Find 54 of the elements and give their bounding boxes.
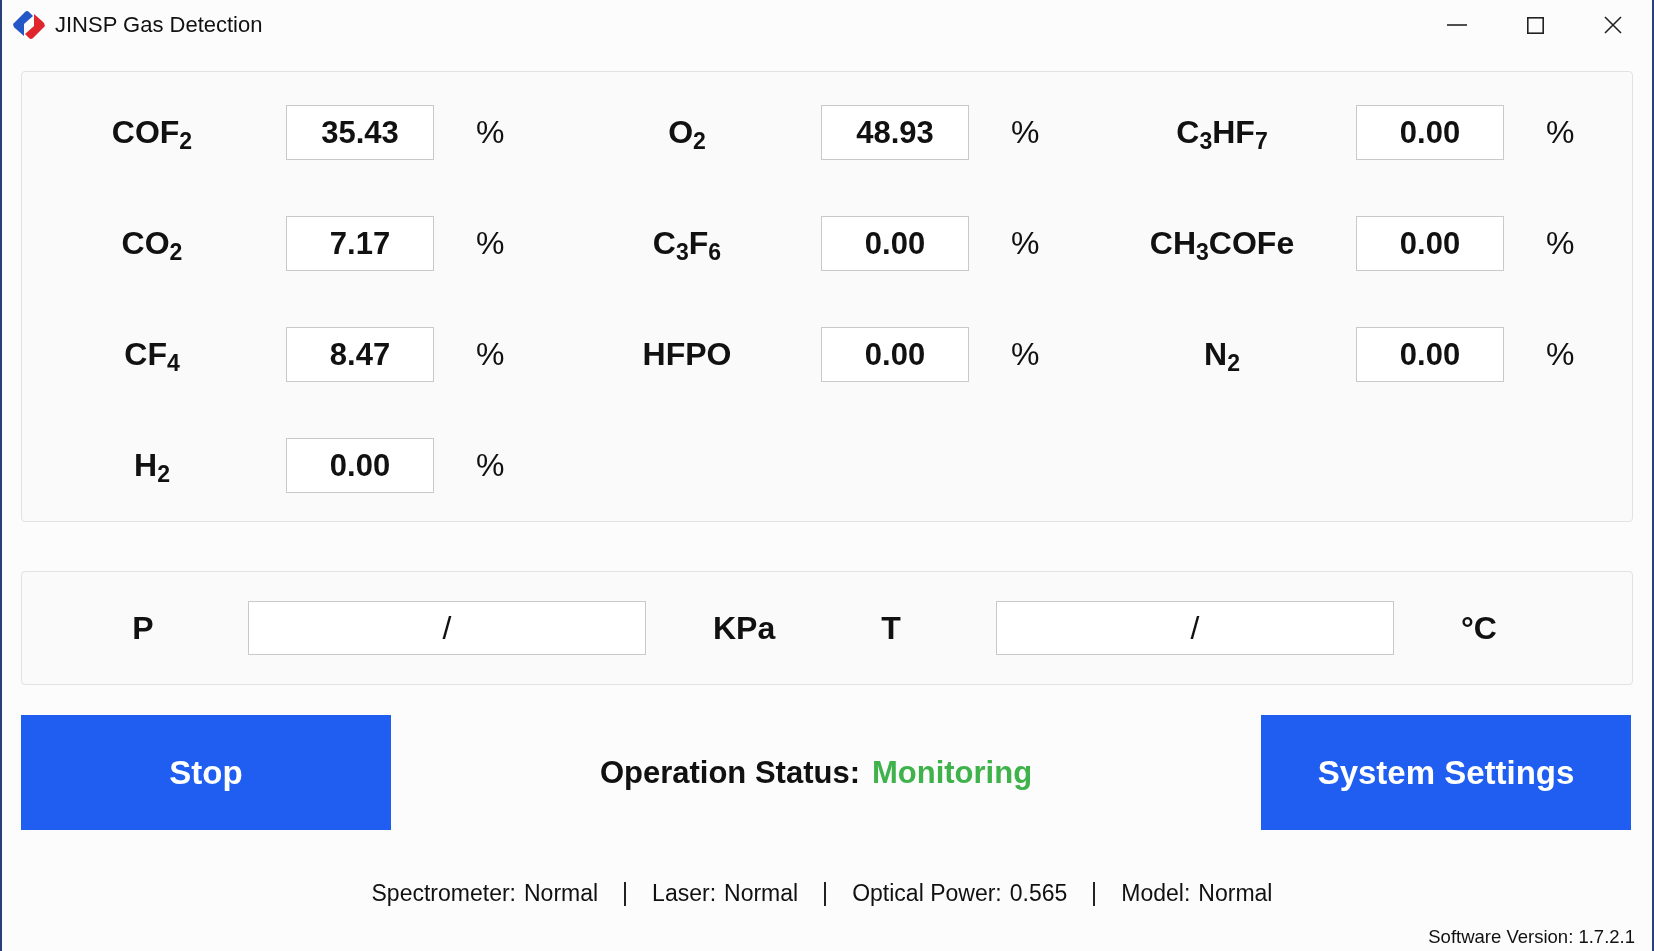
maximize-icon	[1526, 16, 1544, 34]
gas-name: HFPO	[642, 336, 732, 373]
close-icon	[1604, 16, 1622, 34]
status-item-label: Spectrometer:	[371, 880, 516, 907]
value-field: 0.00	[1356, 105, 1504, 160]
unit-label: %	[1011, 336, 1040, 373]
status-item-value: Normal	[524, 880, 599, 907]
unit-label: %	[1011, 225, 1040, 262]
value-field: 8.47	[286, 327, 434, 382]
value-field: 0.00	[1356, 216, 1504, 271]
status-item-label: Model:	[1121, 880, 1191, 907]
gas-name: C$_{3}$F$_{6}$	[652, 225, 722, 262]
stop-button[interactable]: Stop	[21, 715, 391, 830]
app-logo-icon	[12, 9, 46, 41]
gas-name: O$_{2}$	[668, 114, 706, 151]
unit-label: %	[476, 225, 505, 262]
gas-name: CH$_{3}$COFe	[1149, 225, 1295, 262]
unit-label: %	[1546, 114, 1575, 151]
unit-label: %	[476, 114, 505, 151]
value-field: /	[996, 601, 1394, 655]
value-field: 0.00	[286, 438, 434, 493]
gas-name: COF$_{2}$	[111, 114, 193, 151]
value-field: 0.00	[821, 216, 969, 271]
unit-label: %	[476, 447, 505, 484]
unit-label: %	[1011, 114, 1040, 151]
status-item-value: Normal	[724, 880, 799, 907]
value-field: 7.17	[286, 216, 434, 271]
gas-name: CO$_{2}$	[121, 225, 183, 262]
value-field: 35.43	[286, 105, 434, 160]
gas-name: N$_{2}$	[1204, 336, 1240, 373]
system-settings-button[interactable]: System Settings	[1261, 715, 1631, 830]
unit-label: KPa	[713, 609, 776, 647]
minimize-icon	[1447, 24, 1467, 26]
status-item-label: Laser:	[652, 880, 717, 907]
measure-label: T	[881, 609, 901, 647]
window-title: JINSP Gas Detection	[55, 12, 263, 38]
status-label: Operation Status:	[599, 754, 860, 791]
gas-name: CF$_{4}$	[124, 336, 180, 373]
status-item-value: Normal	[1198, 880, 1273, 907]
unit-label: °C	[1461, 609, 1497, 647]
gas-name: C$_{3}$HF$_{7}$	[1176, 114, 1268, 151]
unit-label: %	[476, 336, 505, 373]
measure-label: P	[132, 609, 154, 647]
value-field: 0.00	[1356, 327, 1504, 382]
value-field: /	[248, 601, 646, 655]
value-field: 48.93	[821, 105, 969, 160]
status-item-label: Optical Power:	[852, 880, 1002, 907]
gas-name: H$_{2}$	[134, 447, 170, 484]
status-item-value: 0.565	[1009, 880, 1068, 907]
value-field: 0.00	[821, 327, 969, 382]
unit-label: %	[1546, 225, 1575, 262]
software-version: Software Version: 1.7.2.1	[1428, 926, 1635, 948]
unit-label: %	[1546, 336, 1575, 373]
status-value: Monitoring	[872, 754, 1033, 791]
